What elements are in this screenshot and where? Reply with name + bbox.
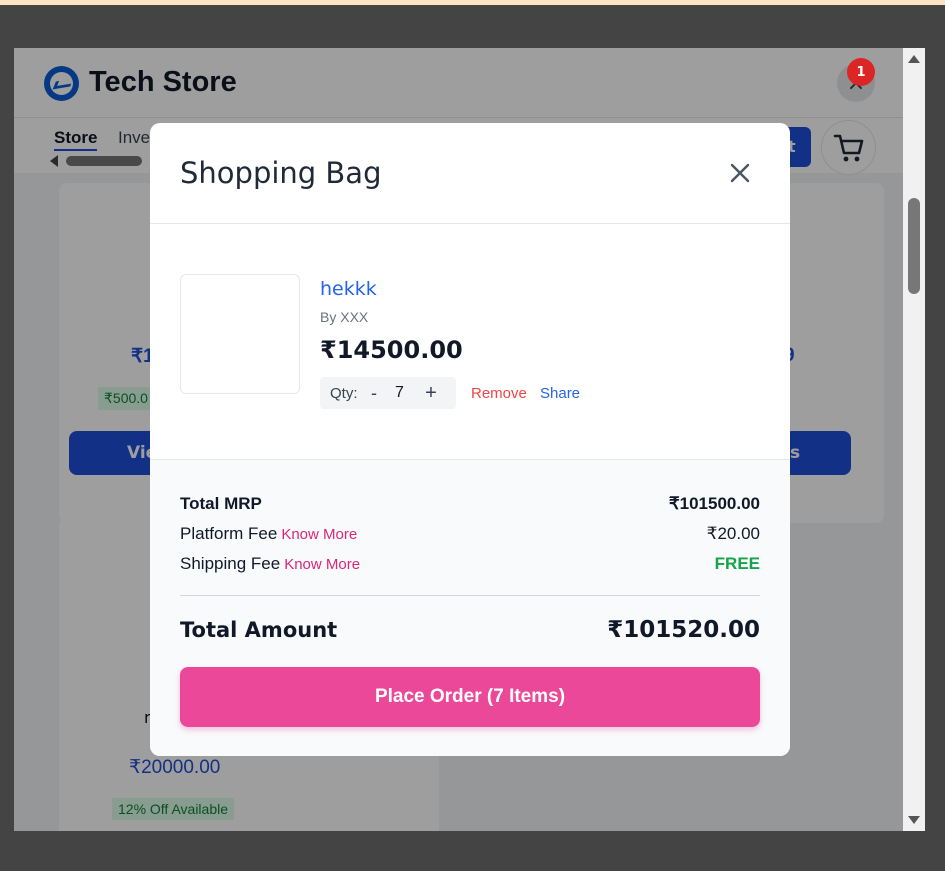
modal-header: Shopping Bag: [150, 123, 790, 224]
shipping-fee-know-more-link[interactable]: Know More: [284, 556, 360, 573]
place-order-button[interactable]: Place Order (7 Items): [180, 667, 760, 727]
vertical-scrollbar[interactable]: [903, 48, 925, 831]
product-seller: By XXX: [320, 309, 369, 325]
qty-label: Qty:: [330, 385, 358, 402]
total-amount-label: Total Amount: [180, 618, 338, 642]
qty-value: 7: [395, 384, 404, 401]
shipping-fee-row: Shipping Fee Know More FREE: [180, 554, 760, 578]
shipping-fee-label: Shipping Fee: [180, 554, 281, 573]
qty-decrement-button[interactable]: -: [367, 380, 381, 406]
summary-divider: [180, 595, 760, 596]
vertical-scrollbar-thumb[interactable]: [908, 198, 920, 294]
quantity-stepper: Qty: - 7 +: [320, 377, 456, 409]
scroll-down-arrow-icon[interactable]: [908, 816, 920, 824]
order-summary: Total MRP ₹101500.00 Platform Fee Know Mo…: [150, 459, 790, 756]
top-strip: [0, 0, 945, 5]
product-thumbnail: [180, 274, 300, 394]
product-price: ₹14500.00: [320, 336, 463, 364]
scroll-up-arrow-icon[interactable]: [908, 55, 920, 63]
shopping-bag-modal: Shopping Bag hekkk By XXX ₹14500.00 Qty:…: [150, 123, 790, 756]
modal-title: Shopping Bag: [180, 156, 382, 190]
platform-fee-know-more-link[interactable]: Know More: [281, 526, 357, 543]
product-name-link[interactable]: hekkk: [320, 278, 377, 300]
total-mrp-value: ₹101500.00: [668, 494, 760, 513]
modal-close-button[interactable]: [724, 157, 756, 189]
platform-fee-row: Platform Fee Know More ₹20.00: [180, 524, 760, 548]
total-amount-row: Total Amount ₹101520.00: [180, 617, 760, 650]
total-mrp-label: Total MRP: [180, 494, 262, 513]
total-amount-value: ₹101520.00: [607, 617, 760, 643]
remove-item-button[interactable]: Remove: [471, 385, 527, 402]
qty-increment-button[interactable]: +: [422, 380, 440, 406]
close-icon: [730, 163, 750, 183]
share-item-button[interactable]: Share: [540, 385, 580, 402]
cart-count-badge: 1: [847, 58, 875, 86]
platform-fee-label: Platform Fee: [180, 524, 278, 543]
total-mrp-row: Total MRP ₹101500.00: [180, 494, 760, 518]
platform-fee-value: ₹20.00: [706, 524, 760, 543]
shipping-fee-value: FREE: [714, 554, 760, 573]
